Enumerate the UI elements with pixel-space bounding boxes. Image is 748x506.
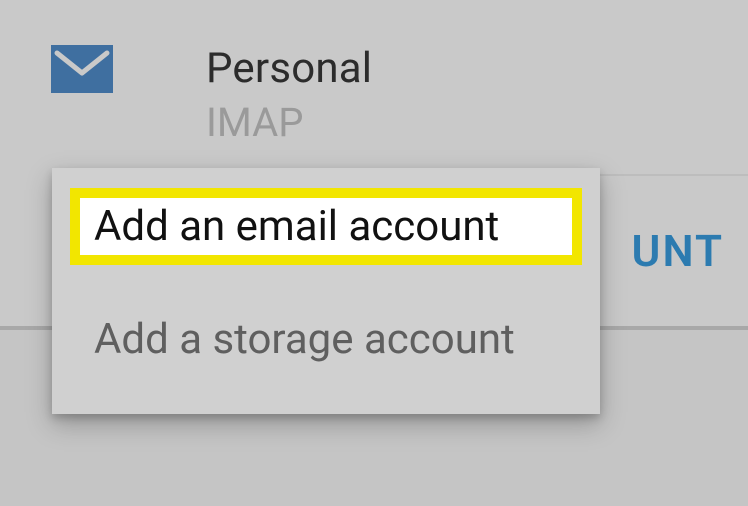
menu-item-add-storage-account[interactable]: Add a storage account <box>70 305 582 374</box>
account-title: Personal <box>206 44 372 93</box>
account-row[interactable]: Personal IMAP <box>0 0 748 174</box>
account-subtitle: IMAP <box>206 99 372 146</box>
add-account-popup: Add an email account Add a storage accou… <box>52 168 600 414</box>
add-account-label-fragment: UNT <box>632 225 724 277</box>
mail-icon <box>50 44 114 94</box>
menu-item-add-email-account[interactable]: Add an email account <box>70 188 582 265</box>
